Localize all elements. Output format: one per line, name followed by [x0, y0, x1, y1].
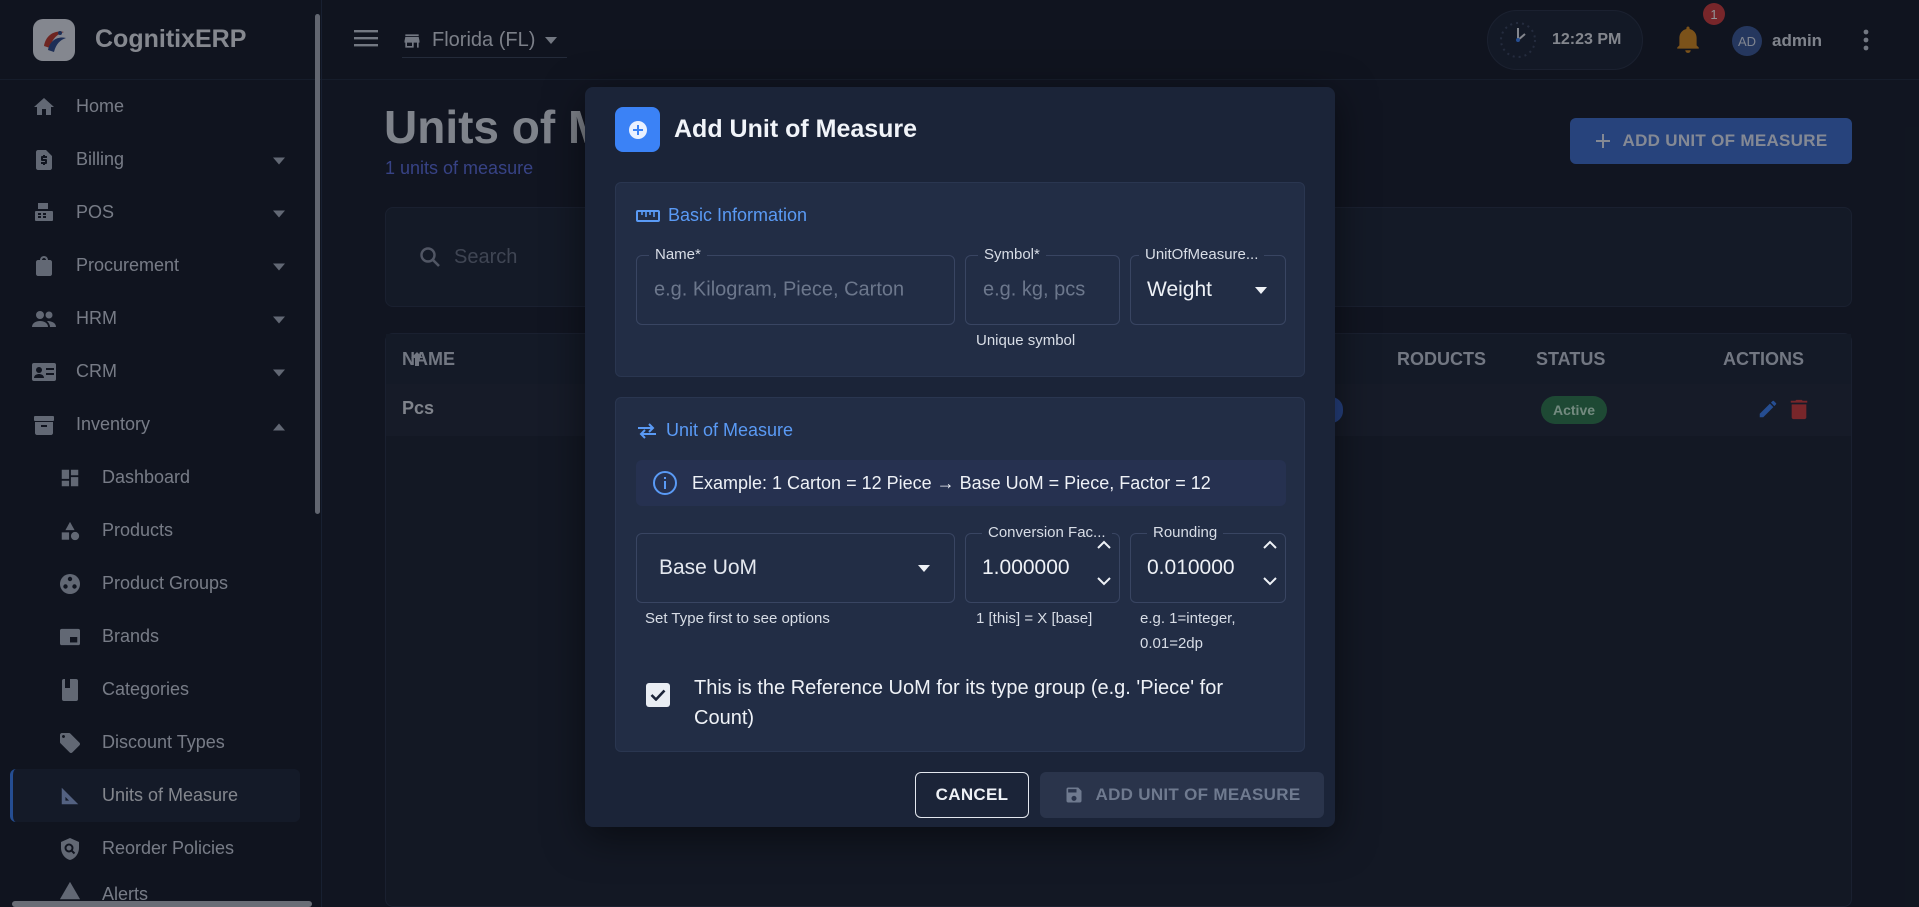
conversion-factor-helper: 1 [this] = X [base]	[976, 610, 1093, 627]
rounding-label: Rounding	[1147, 524, 1224, 541]
uom-type-select[interactable]: UnitOfMeasure... Weight	[1130, 246, 1286, 325]
submit-label: ADD UNIT OF MEASURE	[1095, 785, 1301, 804]
basic-information-section: Basic Information Name* e.g. Kilogram, P…	[615, 182, 1305, 377]
section-title: Unit of Measure	[636, 420, 793, 441]
name-label: Name*	[649, 246, 707, 263]
base-uom-label: Base UoM	[659, 556, 758, 579]
stepper-up-icon[interactable]	[1263, 540, 1277, 549]
base-uom-select[interactable]: Base UoM	[636, 533, 955, 603]
stepper-down-icon[interactable]	[1263, 577, 1277, 586]
number-stepper[interactable]	[1097, 540, 1111, 586]
uom-type-label: UnitOfMeasure...	[1139, 246, 1265, 263]
cancel-button[interactable]: CANCEL	[915, 772, 1029, 818]
number-stepper[interactable]	[1263, 540, 1277, 586]
reference-uom-label: This is the Reference UoM for its type g…	[694, 677, 1223, 729]
info-icon	[652, 470, 678, 496]
stepper-up-icon[interactable]	[1097, 540, 1111, 549]
rounding-helper: e.g. 1=integer, 0.01=2dp	[1140, 610, 1236, 652]
chevron-down-icon	[1255, 287, 1267, 295]
base-uom-helper: Set Type first to see options	[645, 610, 830, 627]
conversion-factor-label: Conversion Fac...	[982, 524, 1112, 541]
symbol-placeholder: e.g. kg, pcs	[983, 278, 1086, 301]
symbol-field[interactable]: Symbol* e.g. kg, pcs	[965, 246, 1120, 325]
unit-of-measure-section: Unit of Measure Example: 1 Carton = 12 P…	[615, 397, 1305, 752]
swap-icon	[636, 422, 658, 439]
submit-add-uom-button[interactable]: ADD UNIT OF MEASURE	[1040, 772, 1324, 818]
ruler-icon	[636, 208, 660, 224]
uom-type-value: Weight	[1147, 278, 1212, 301]
save-icon	[1064, 785, 1084, 805]
dialog-title: Add Unit of Measure	[674, 115, 918, 143]
add-uom-dialog: Add Unit of Measure Basic Information Na…	[585, 87, 1335, 827]
section-title: Basic Information	[636, 205, 807, 226]
add-circle-icon	[615, 107, 660, 152]
name-field[interactable]: Name* e.g. Kilogram, Piece, Carton	[636, 246, 955, 325]
symbol-helper: Unique symbol	[976, 332, 1076, 349]
rounding-field[interactable]: Rounding 0.010000	[1130, 524, 1286, 603]
symbol-label: Symbol*	[978, 246, 1046, 263]
conversion-factor-field[interactable]: Conversion Fac... 1.000000	[965, 524, 1120, 603]
stepper-down-icon[interactable]	[1097, 577, 1111, 586]
name-placeholder: e.g. Kilogram, Piece, Carton	[654, 278, 905, 301]
reference-uom-checkbox[interactable]	[646, 683, 670, 707]
chevron-down-icon	[918, 565, 930, 573]
conversion-factor-value: 1.000000	[982, 556, 1070, 579]
reference-uom-checkbox-row[interactable]: This is the Reference UoM for its type g…	[646, 673, 1284, 733]
info-example-text: Example: 1 Carton = 12 Piece → Base UoM …	[692, 472, 1211, 493]
rounding-value: 0.010000	[1147, 556, 1235, 579]
dialog-header: Add Unit of Measure	[615, 107, 917, 152]
info-example-banner: Example: 1 Carton = 12 Piece → Base UoM …	[636, 460, 1286, 506]
